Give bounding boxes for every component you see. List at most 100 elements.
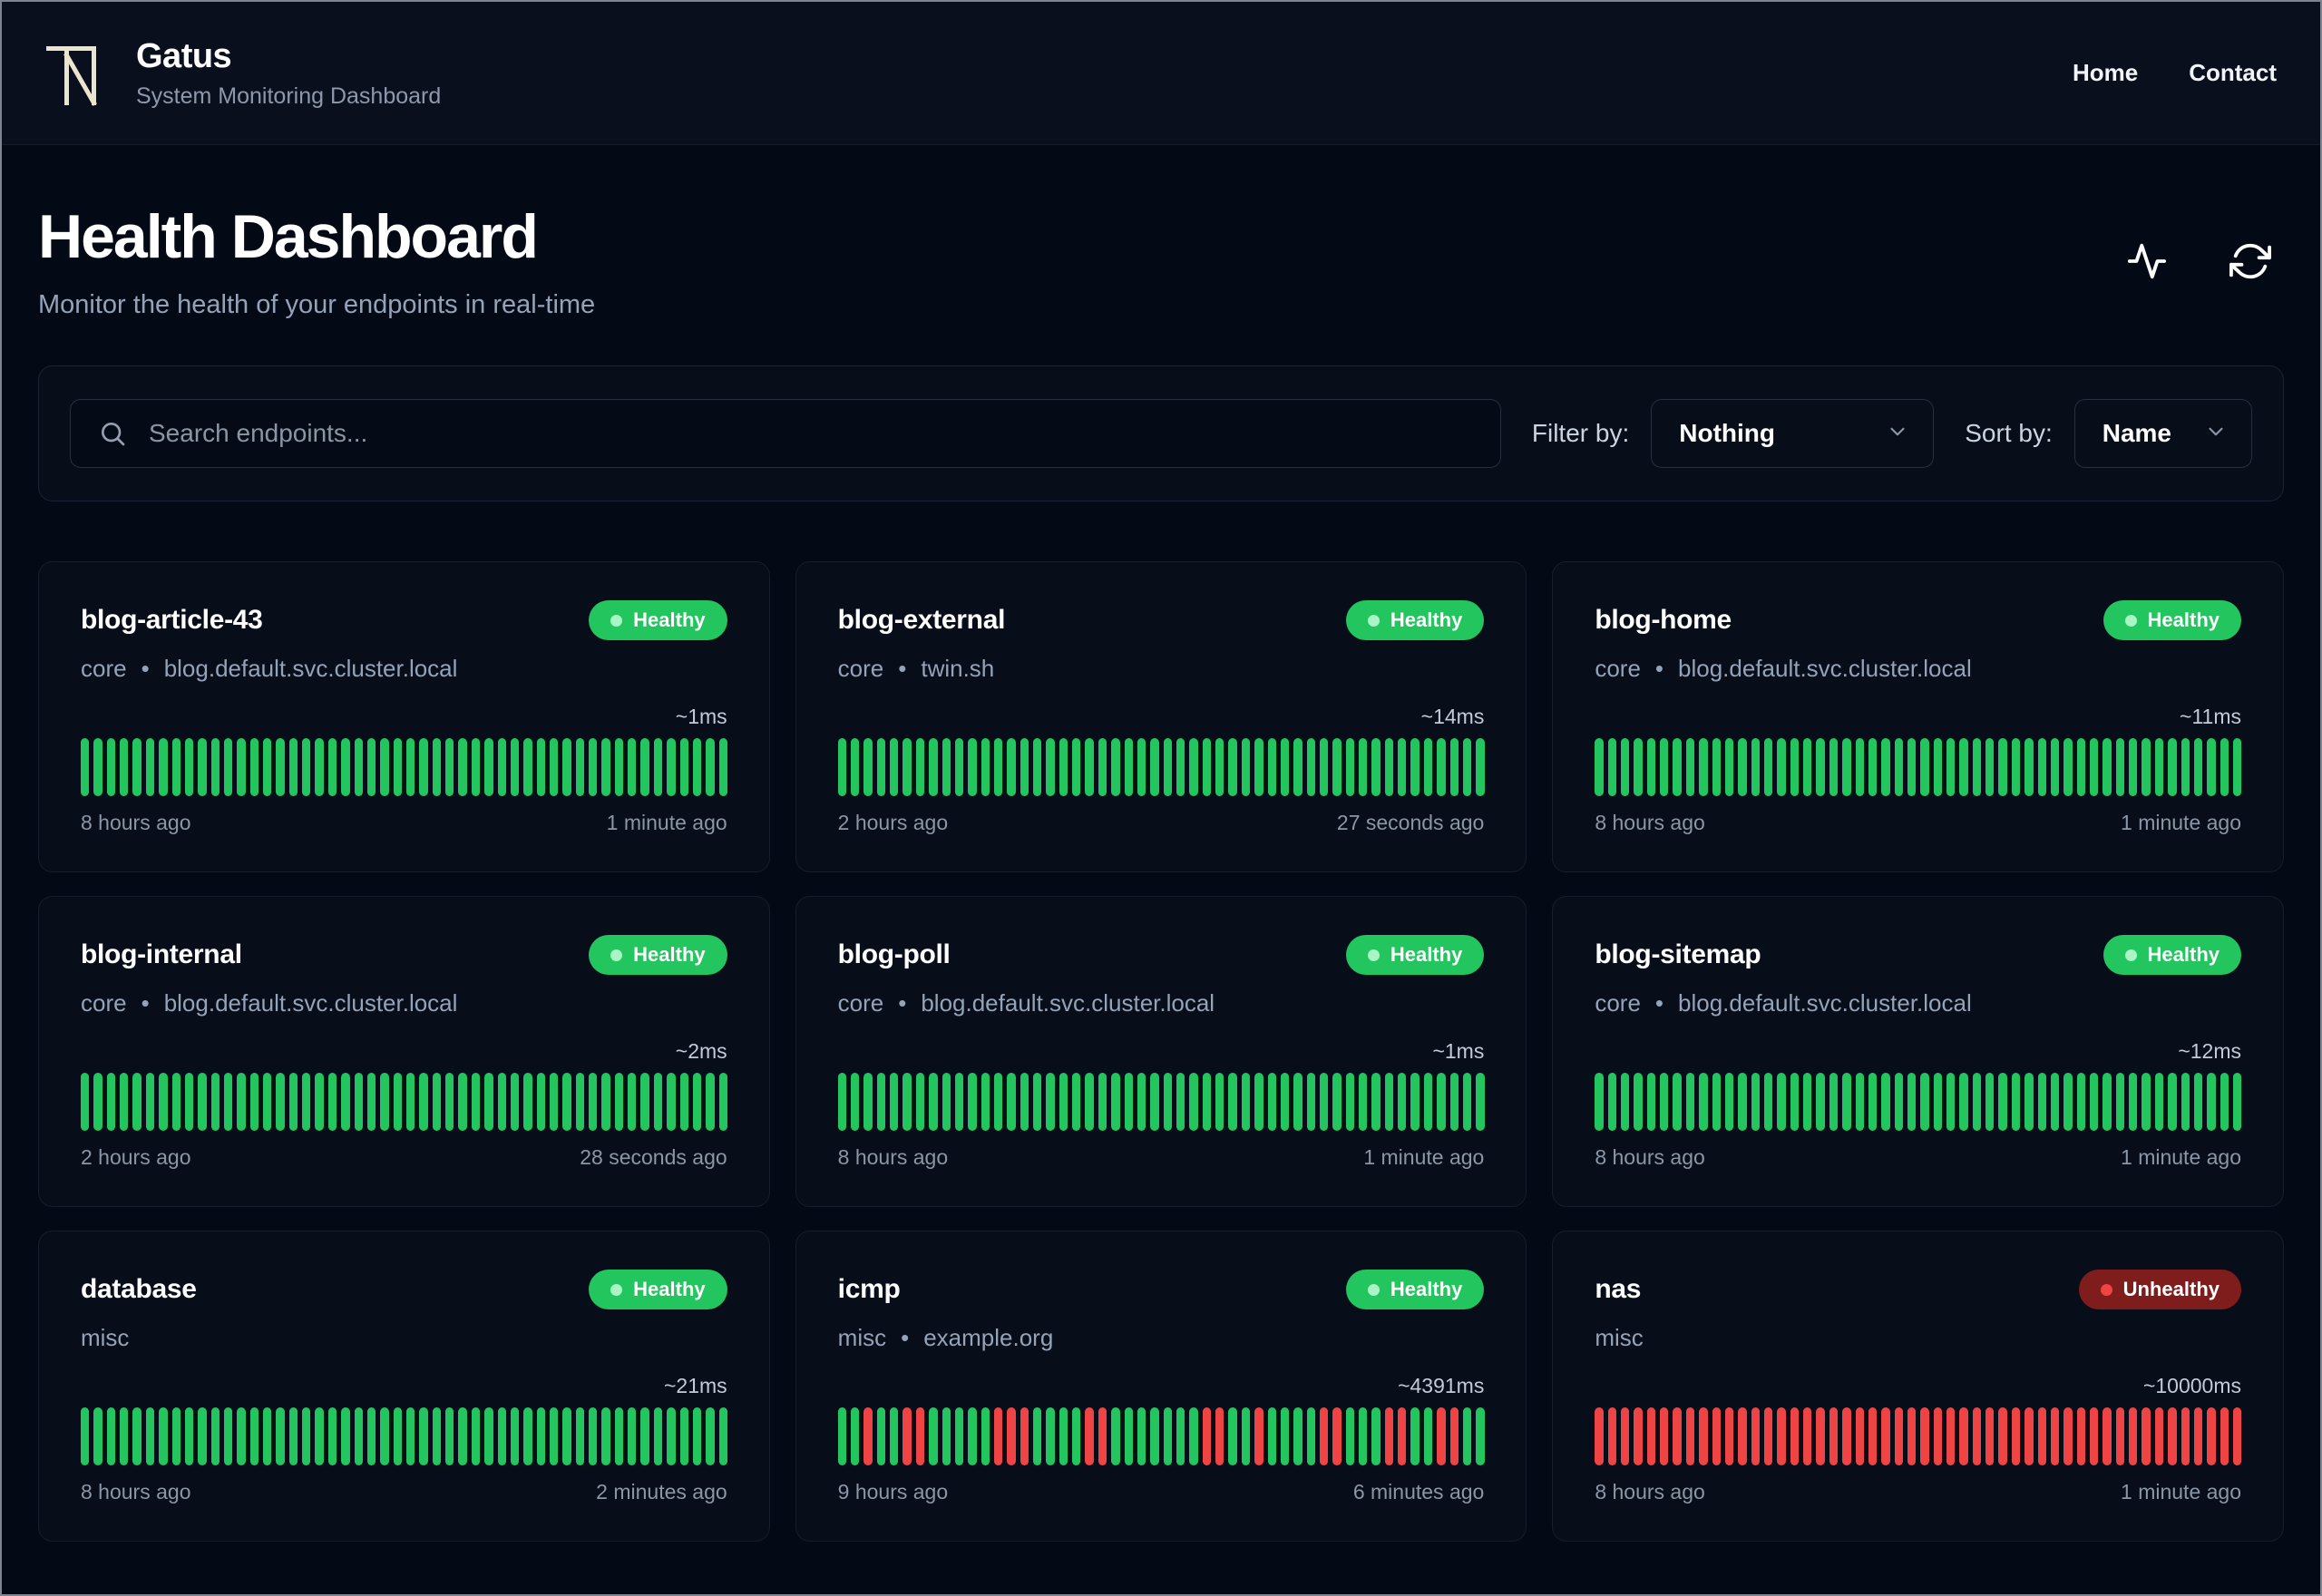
uptime-bar[interactable] [1449,738,1459,796]
uptime-bar[interactable] [1946,1073,1956,1131]
uptime-bar[interactable] [2024,1073,2034,1131]
uptime-bar[interactable] [1894,1407,1903,1465]
uptime-bar[interactable] [405,1407,415,1465]
uptime-bar[interactable] [523,738,532,796]
uptime-bar[interactable] [562,1073,571,1131]
uptime-bar[interactable] [2115,1073,2125,1131]
uptime-bar[interactable] [902,1407,912,1465]
uptime-bar[interactable] [536,1407,545,1465]
uptime-bar[interactable] [1398,1407,1407,1465]
uptime-bar[interactable] [1712,1073,1721,1131]
uptime-bar[interactable] [1607,1407,1617,1465]
uptime-bar[interactable] [536,1073,545,1131]
uptime-bar[interactable] [536,738,545,796]
uptime-bar[interactable] [1985,1407,1995,1465]
uptime-bar[interactable] [549,1073,559,1131]
uptime-bar[interactable] [653,738,663,796]
uptime-bar[interactable] [380,1073,389,1131]
uptime-bar[interactable] [171,1407,180,1465]
uptime-bar[interactable] [2129,738,2138,796]
uptime-bar[interactable] [1423,1407,1433,1465]
uptime-bar[interactable] [2076,738,2085,796]
uptime-bar[interactable] [876,1073,886,1131]
uptime-bar[interactable] [941,1407,951,1465]
uptime-bar[interactable] [1345,1407,1355,1465]
uptime-bar[interactable] [902,1073,912,1131]
uptime-bar[interactable] [2063,1407,2073,1465]
uptime-bar[interactable] [1306,1073,1315,1131]
uptime-bar[interactable] [210,1407,220,1465]
uptime-bar[interactable] [1894,1073,1903,1131]
uptime-bar[interactable] [2193,1407,2203,1465]
uptime-bar[interactable] [1098,1407,1107,1465]
uptime-bar[interactable] [1595,738,1604,796]
uptime-bar[interactable] [1449,1073,1459,1131]
uptime-bar[interactable] [302,1073,311,1131]
uptime-bar[interactable] [1724,738,1734,796]
uptime-bar[interactable] [890,738,899,796]
uptime-bar[interactable] [1293,738,1302,796]
uptime-bar[interactable] [1359,738,1368,796]
uptime-bar[interactable] [941,738,951,796]
endpoint-card[interactable]: blog-internal Healthy core • blog.defaul… [38,896,770,1207]
uptime-bar[interactable] [1241,1073,1251,1131]
uptime-bar[interactable] [1621,1073,1630,1131]
endpoint-card[interactable]: blog-poll Healthy core • blog.default.sv… [795,896,1527,1207]
uptime-bar[interactable] [1359,1073,1368,1131]
uptime-bar[interactable] [1241,738,1251,796]
uptime-bar[interactable] [93,1073,102,1131]
uptime-bar[interactable] [2050,1407,2060,1465]
uptime-bar[interactable] [2050,1073,2060,1131]
uptime-bar[interactable] [1595,1073,1604,1131]
uptime-bar[interactable] [1868,1073,1878,1131]
uptime-bar[interactable] [929,738,938,796]
uptime-bar[interactable] [2089,738,2099,796]
uptime-bar[interactable] [837,738,847,796]
uptime-bar[interactable] [981,738,990,796]
endpoint-card[interactable]: blog-sitemap Healthy core • blog.default… [1552,896,2284,1207]
uptime-bar[interactable] [132,738,141,796]
refresh-button[interactable] [2229,240,2271,282]
uptime-bar[interactable] [628,1073,637,1131]
uptime-bar[interactable] [1111,1073,1120,1131]
uptime-bar[interactable] [315,1407,324,1465]
uptime-bar[interactable] [1607,738,1617,796]
uptime-bar[interactable] [1215,1073,1224,1131]
uptime-bar[interactable] [1124,738,1133,796]
uptime-bar[interactable] [249,738,259,796]
uptime-bar[interactable] [1685,738,1695,796]
uptime-bar[interactable] [510,1407,520,1465]
uptime-bar[interactable] [718,738,727,796]
uptime-bar[interactable] [2232,1073,2242,1131]
uptime-bar[interactable] [667,1073,676,1131]
uptime-bar[interactable] [1007,1407,1016,1465]
uptime-bar[interactable] [1163,738,1172,796]
uptime-bar[interactable] [1215,738,1224,796]
uptime-bar[interactable] [1046,738,1055,796]
uptime-bar[interactable] [614,1407,624,1465]
uptime-bar[interactable] [1189,1407,1198,1465]
uptime-bar[interactable] [2129,1073,2138,1131]
uptime-bar[interactable] [354,1407,363,1465]
uptime-bar[interactable] [145,1073,155,1131]
uptime-bar[interactable] [1634,1407,1643,1465]
uptime-bar[interactable] [263,738,272,796]
uptime-bar[interactable] [1595,1407,1604,1465]
uptime-bar[interactable] [2050,738,2060,796]
uptime-bar[interactable] [902,738,912,796]
uptime-bar[interactable] [159,1073,168,1131]
uptime-bar[interactable] [692,738,702,796]
uptime-bar[interactable] [1345,738,1355,796]
uptime-bar[interactable] [1150,1407,1159,1465]
uptime-bar[interactable] [341,738,350,796]
uptime-bar[interactable] [1293,1073,1302,1131]
uptime-bar[interactable] [876,738,886,796]
uptime-bar[interactable] [2168,1073,2177,1131]
uptime-bar[interactable] [1332,738,1341,796]
uptime-bar[interactable] [1751,1073,1760,1131]
uptime-bar[interactable] [171,738,180,796]
uptime-bar[interactable] [276,1073,285,1131]
uptime-bar[interactable] [1137,1407,1146,1465]
uptime-bar[interactable] [263,1407,272,1465]
uptime-bar[interactable] [954,1407,964,1465]
